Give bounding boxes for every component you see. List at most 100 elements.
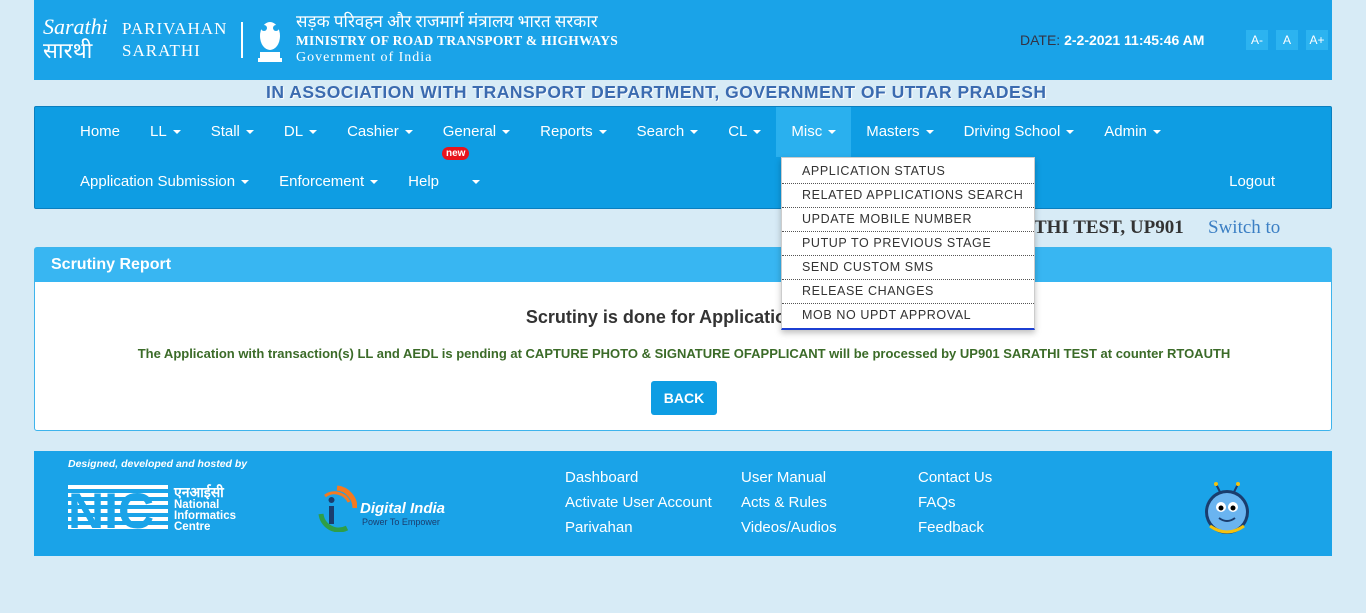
nic-logo-text: NIC <box>68 485 154 531</box>
font-increase-button[interactable]: A+ <box>1306 30 1328 50</box>
nav-label: Misc <box>791 123 823 140</box>
panel-title: Scrutiny Report <box>35 248 1331 282</box>
menu-item-related-applications-search[interactable]: RELATED APPLICATIONS SEARCH <box>782 184 1034 208</box>
nav-admin[interactable]: Admin <box>1089 107 1176 157</box>
site-header: Sarathi सारथी PARIVAHAN SARATHI सड़क परि… <box>34 0 1332 80</box>
brand-line1: PARIVAHAN <box>122 19 228 38</box>
nic-full-name: National Informatics Centre <box>174 499 236 533</box>
caret-down-icon <box>828 130 837 135</box>
menu-item-putup-previous-stage[interactable]: PUTUP TO PREVIOUS STAGE <box>782 232 1034 256</box>
national-emblem-icon <box>258 22 282 62</box>
menu-item-release-changes[interactable]: RELEASE CHANGES <box>782 280 1034 304</box>
nav-masters[interactable]: Masters <box>851 107 948 157</box>
caret-down-icon <box>925 130 934 135</box>
ministry-english: MINISTRY OF ROAD TRANSPORT & HIGHWAYS <box>296 33 619 48</box>
footer-link-feedback[interactable]: Feedback <box>918 518 992 537</box>
ministry-name: सड़क परिवहन और राजमार्ग मंत्रालय भारत सर… <box>296 12 618 67</box>
nav-label: Masters <box>866 123 920 140</box>
nav-label: Enforcement <box>279 173 365 190</box>
pending-status-text: The Application with transaction(s) LL a… <box>137 346 1231 361</box>
nav-label: General <box>442 123 497 140</box>
footer-link-acts-rules[interactable]: Acts & Rules <box>741 493 837 512</box>
nav-label: Search <box>636 123 685 140</box>
footer-link-contact[interactable]: Contact Us <box>918 468 992 487</box>
caret-down-icon <box>472 180 481 185</box>
scrutiny-report-panel: Scrutiny Report Scrutiny is done for App… <box>34 247 1332 431</box>
footer-links-col2: User Manual Acts & Rules Videos/Audios <box>741 468 837 537</box>
menu-item-mob-no-updt-approval[interactable]: MOB NO UPDT APPROVAL <box>782 304 1034 328</box>
navbar-row-2: Application Submission Enforcement Helpn… <box>65 147 495 207</box>
nav-search[interactable]: Search <box>622 107 714 157</box>
user-info: THI TEST, UP901 <box>1034 217 1184 238</box>
header-divider <box>241 22 243 58</box>
caret-down-icon <box>502 130 511 135</box>
digital-india-tagline: Power To Empower <box>362 517 440 527</box>
scrutiny-message: Scrutiny is done for Application Num <box>525 307 843 327</box>
menu-item-update-mobile-number[interactable]: UPDATE MOBILE NUMBER <box>782 208 1034 232</box>
nav-cl[interactable]: CL <box>713 107 776 157</box>
site-footer: Designed, developed and hosted by NIC एन… <box>34 451 1332 556</box>
logout-link[interactable]: Logout <box>1229 157 1275 207</box>
ministry-hindi: सड़क परिवहन और राजमार्ग मंत्रालय भारत सर… <box>296 12 598 31</box>
mascot-chatbot-icon[interactable] <box>1202 482 1252 538</box>
nic-name-line: Centre <box>174 521 211 533</box>
nav-label: Home <box>80 123 121 140</box>
nav-driving-school[interactable]: Driving School <box>949 107 1090 157</box>
back-button[interactable]: BACK <box>651 381 717 415</box>
new-badge: new <box>442 147 470 160</box>
date-label: DATE: <box>1020 32 1061 48</box>
brand-name: PARIVAHAN SARATHI <box>122 18 227 62</box>
designed-by-text: Designed, developed and hosted by <box>68 458 248 470</box>
nav-application-submission[interactable]: Application Submission <box>65 157 264 207</box>
date-display: DATE: 2-2-2021 11:45:46 AM <box>1020 32 1204 48</box>
footer-link-faqs[interactable]: FAQs <box>918 493 992 512</box>
nav-cashier[interactable]: Cashier <box>332 107 428 157</box>
font-size-controls: A- A A+ <box>1246 30 1328 50</box>
caret-down-icon <box>245 130 254 135</box>
association-banner: IN ASSOCIATION WITH TRANSPORT DEPARTMENT… <box>266 82 1047 102</box>
font-reset-button[interactable]: A <box>1276 30 1298 50</box>
nav-misc[interactable]: Misc <box>776 107 852 157</box>
font-decrease-button[interactable]: A- <box>1246 30 1268 50</box>
government-of-india: Government of India <box>296 50 433 65</box>
brand-line2: SARATHI <box>122 41 201 60</box>
nav-label: Stall <box>210 123 240 140</box>
nic-logo-icon[interactable]: NIC <box>68 485 168 531</box>
caret-down-icon <box>370 180 379 185</box>
caret-down-icon <box>309 130 318 135</box>
nav-ll[interactable]: LL <box>135 107 196 157</box>
caret-down-icon <box>690 130 699 135</box>
nav-label: Admin <box>1104 123 1147 140</box>
date-value: 2-2-2021 11:45:46 AM <box>1064 32 1205 48</box>
digital-india-name: Digital India <box>360 500 446 517</box>
footer-link-videos[interactable]: Videos/Audios <box>741 518 837 537</box>
svg-text:सारथी: सारथी <box>43 38 93 63</box>
nav-label: Reports <box>540 123 593 140</box>
nav-enforcement[interactable]: Enforcement <box>264 157 393 207</box>
caret-down-icon <box>241 180 250 185</box>
nav-stall[interactable]: Stall <box>196 107 269 157</box>
caret-down-icon <box>1152 130 1161 135</box>
menu-item-send-custom-sms[interactable]: SEND CUSTOM SMS <box>782 256 1034 280</box>
footer-link-parivahan[interactable]: Parivahan <box>565 518 712 537</box>
nav-reports[interactable]: Reports <box>525 107 622 157</box>
caret-down-icon <box>598 130 607 135</box>
sarathi-logo[interactable]: Sarathi सारथी <box>41 12 117 64</box>
caret-down-icon <box>753 130 762 135</box>
nav-label: DL <box>283 123 304 140</box>
menu-item-application-status[interactable]: APPLICATION STATUS <box>782 160 1034 184</box>
digital-india-logo-icon[interactable] <box>317 484 357 532</box>
nav-dl[interactable]: DL <box>269 107 332 157</box>
footer-link-activate-user[interactable]: Activate User Account <box>565 493 712 512</box>
nav-home[interactable]: Home <box>65 107 135 157</box>
footer-links-col3: Contact Us FAQs Feedback <box>918 468 992 537</box>
footer-link-user-manual[interactable]: User Manual <box>741 468 837 487</box>
nav-label: Help <box>408 173 439 190</box>
footer-link-dashboard[interactable]: Dashboard <box>565 468 712 487</box>
footer-links-col1: Dashboard Activate User Account Parivaha… <box>565 468 712 537</box>
nav-help[interactable]: Helpnew <box>393 147 495 207</box>
navbar-row-1: Home LL Stall DL Cashier General Reports… <box>65 107 1176 157</box>
caret-down-icon <box>404 130 413 135</box>
switch-to-link[interactable]: Switch to <box>1208 217 1280 239</box>
caret-down-icon <box>172 130 181 135</box>
